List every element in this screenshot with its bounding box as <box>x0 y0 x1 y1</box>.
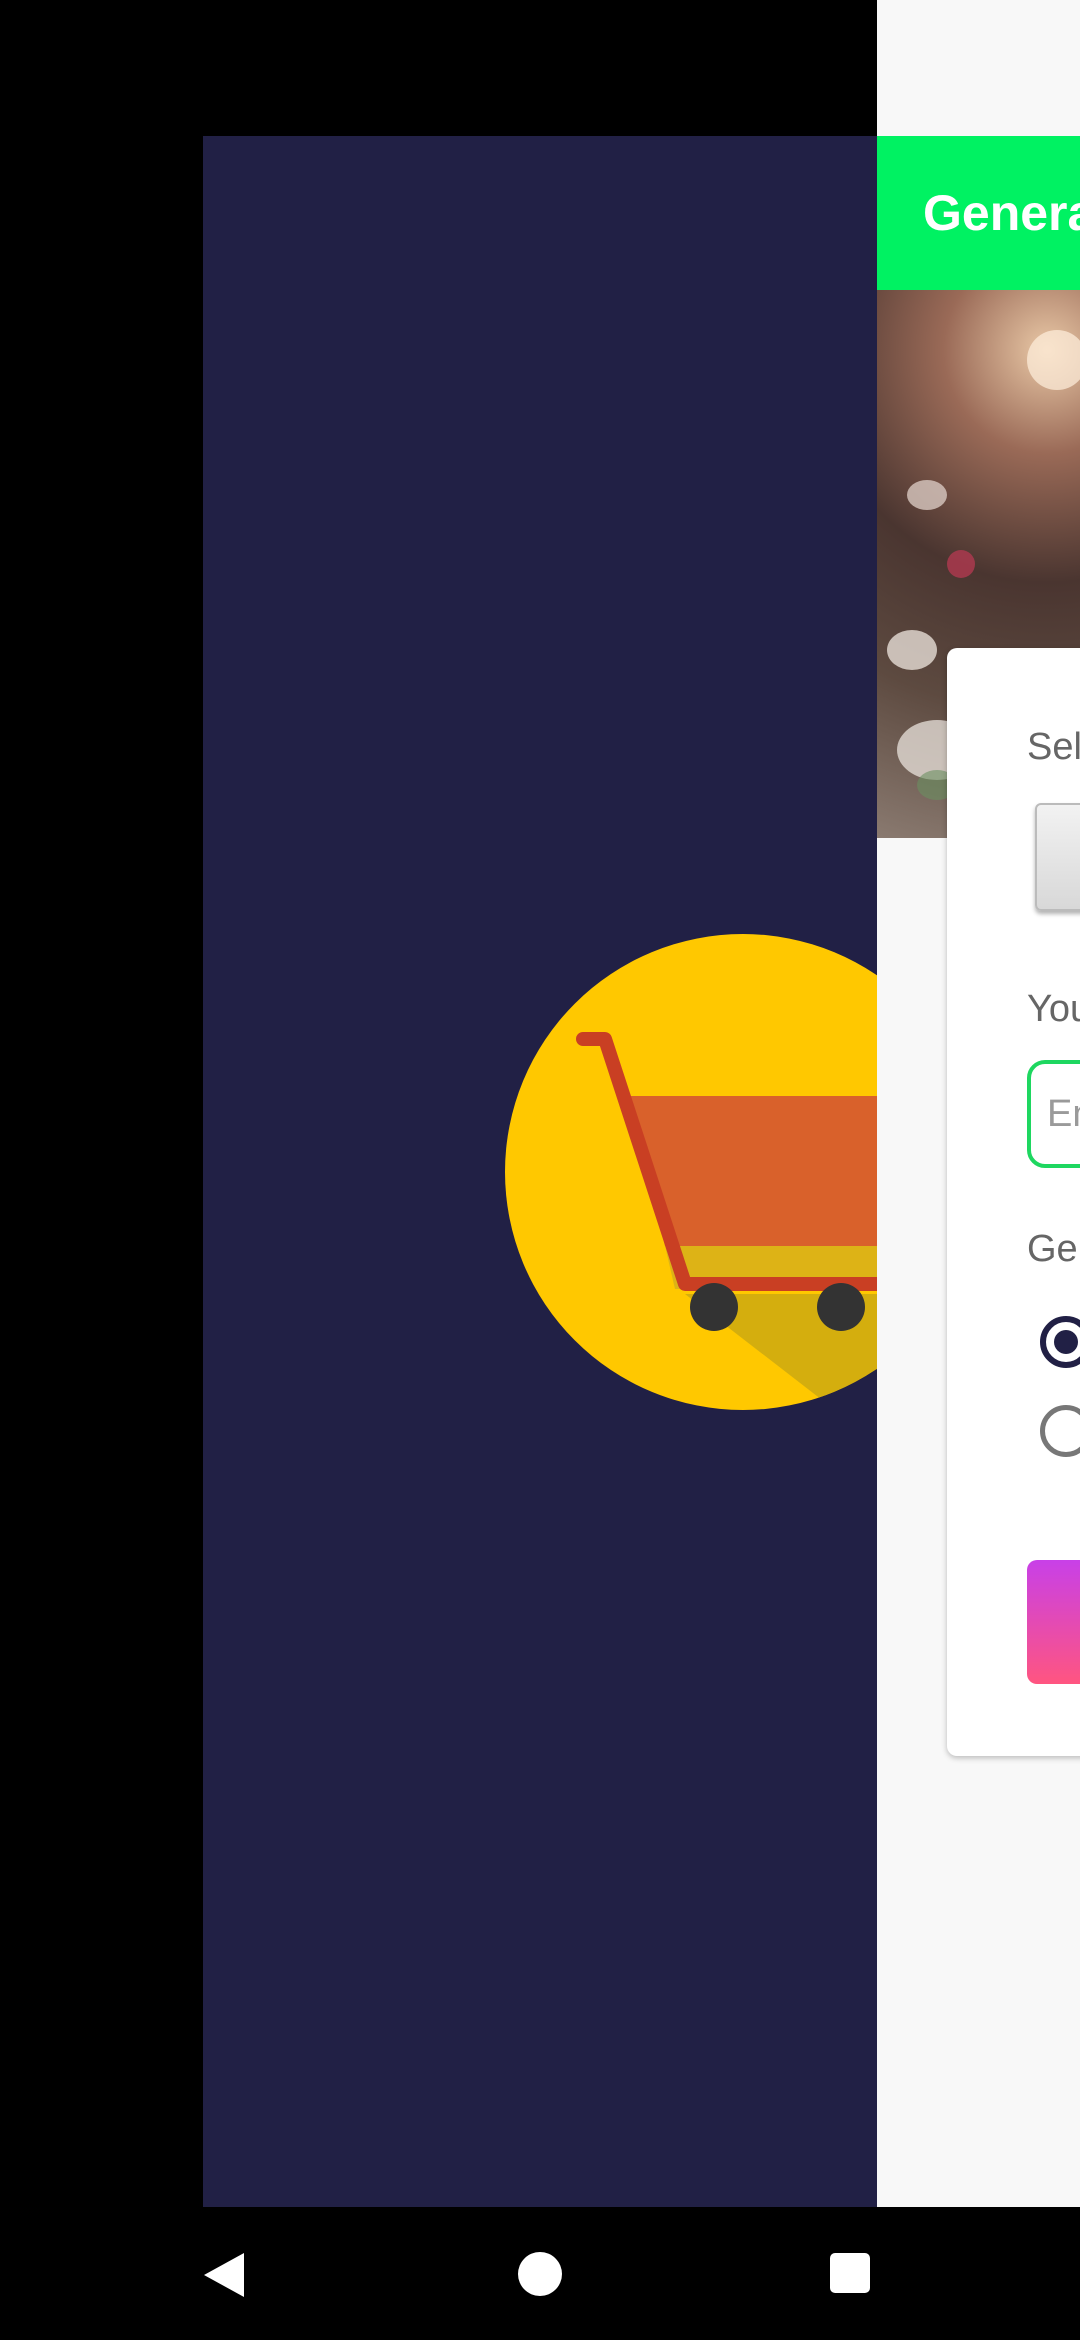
form-card: Sel You En Ger <box>947 648 1080 1756</box>
status-bar <box>877 0 1080 136</box>
home-icon[interactable] <box>518 2252 562 2296</box>
back-icon[interactable] <box>204 2253 244 2297</box>
your-label: You <box>1027 988 1080 1030</box>
radio-option-2[interactable] <box>1040 1405 1080 1457</box>
recents-icon[interactable] <box>830 2253 870 2293</box>
radio-option-1[interactable] <box>1040 1316 1080 1368</box>
select-button[interactable] <box>1035 803 1080 911</box>
page-title: Genera <box>923 185 1080 241</box>
gender-label: Ger <box>1027 1228 1080 1270</box>
app-screen: Genera Sel You En Ger <box>877 0 1080 2207</box>
app-logo <box>505 934 877 1410</box>
select-label: Sel <box>1027 726 1080 768</box>
name-input-placeholder: En <box>1047 1092 1080 1135</box>
shopping-cart-icon <box>576 1032 877 1410</box>
submit-button[interactable] <box>1027 1560 1080 1684</box>
name-input[interactable]: En <box>1027 1060 1080 1168</box>
navigation-bar <box>0 2207 1080 2340</box>
splash-panel <box>203 136 877 2207</box>
app-toolbar: Genera <box>877 136 1080 290</box>
